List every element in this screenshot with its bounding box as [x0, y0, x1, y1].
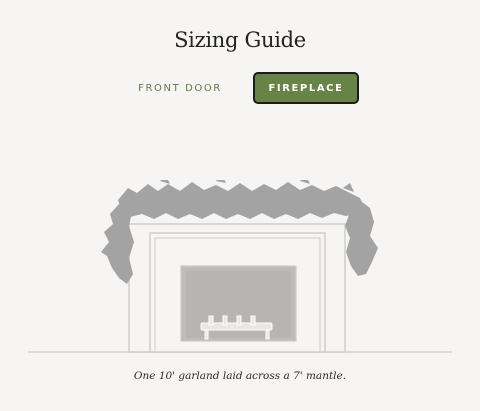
tab-bar: FRONT DOOR FIREPLACE: [0, 72, 480, 106]
tab-front-door[interactable]: FRONT DOOR: [125, 72, 235, 104]
tab-fireplace[interactable]: FIREPLACE: [253, 72, 359, 104]
page-title: Sizing Guide: [174, 28, 306, 52]
fireplace-illustration: [28, 180, 452, 353]
caption: One 10' garland laid across a 7' mantle.: [133, 370, 347, 382]
